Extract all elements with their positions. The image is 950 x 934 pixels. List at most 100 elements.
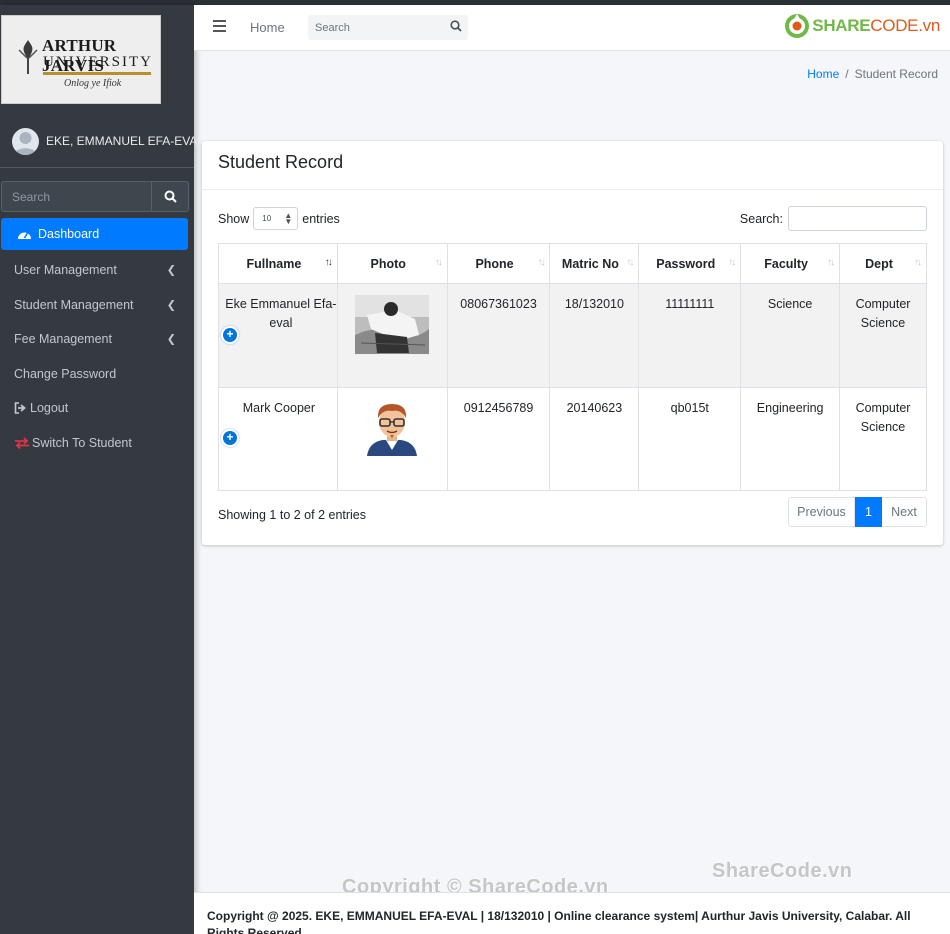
user-name: EKE, EMMANUEL EFA-EVAL bbox=[46, 134, 205, 148]
sidebar-item-label: Logout bbox=[30, 401, 69, 416]
sidebar-item-label: Switch To Student bbox=[32, 435, 132, 450]
chevron-left-icon: ❮ bbox=[166, 264, 176, 277]
logo-motto: Onlog ye Ifiok bbox=[64, 78, 122, 89]
sign-out-icon bbox=[14, 402, 26, 415]
cell-photo bbox=[336, 283, 448, 388]
breadcrumb: Home / Student Record bbox=[807, 67, 938, 81]
table-search-input[interactable] bbox=[788, 206, 927, 231]
sidebar-nav: Dashboard User Management ❮ Student Mana… bbox=[0, 218, 194, 460]
pagination-next[interactable]: Next bbox=[882, 497, 927, 527]
sidebar-item-label: Student Management bbox=[14, 297, 134, 312]
hamburger-menu-icon[interactable] bbox=[213, 20, 226, 32]
sort-icon: ↑↓ bbox=[537, 257, 545, 268]
entries-label: entries bbox=[302, 211, 340, 226]
sidebar-item-label: User Management bbox=[14, 263, 117, 278]
select-arrows-icon: ▲ ▼ bbox=[284, 211, 293, 226]
sidebar: ARTHUR JARVIS UNIVERSITY Onlog ye Ifiok … bbox=[0, 5, 204, 934]
page-title: Student Record bbox=[218, 152, 344, 172]
logo-divider bbox=[43, 72, 151, 75]
sidebar-item-student-management[interactable]: Student Management ❮ bbox=[0, 288, 194, 323]
page-length-select[interactable]: 10 ▲ ▼ bbox=[253, 207, 299, 230]
sort-asc-icon: ↑↓ bbox=[324, 257, 333, 268]
sidebar-search bbox=[1, 181, 189, 212]
cell-photo bbox=[336, 387, 448, 491]
cell-faculty: Science bbox=[740, 283, 841, 388]
breadcrumb-home-link[interactable]: Home bbox=[807, 67, 839, 81]
sidebar-item-label: Dashboard bbox=[38, 227, 100, 241]
university-logo[interactable]: ARTHUR JARVIS UNIVERSITY Onlog ye Ifiok bbox=[1, 15, 161, 104]
page-length-value: 10 bbox=[262, 214, 272, 223]
sidebar-item-dashboard[interactable]: Dashboard bbox=[1, 218, 188, 250]
column-header-password[interactable]: Password ↑↓ bbox=[638, 243, 742, 284]
chevron-left-icon: ❮ bbox=[166, 299, 176, 312]
sort-icon: ↑↓ bbox=[626, 257, 634, 268]
tachometer-icon bbox=[18, 232, 31, 239]
sharecode-logo-icon bbox=[785, 14, 810, 38]
table-info: Showing 1 to 2 of 2 entries bbox=[218, 508, 367, 522]
cell-password: qb015t bbox=[638, 387, 742, 491]
card-header: Student Record bbox=[202, 141, 943, 190]
table-row[interactable]: + Mark Cooper 0912456789 20140623 qb015t… bbox=[218, 387, 927, 491]
page-footer: Copyright @ 2025. EKE, EMMANUEL EFA-EVAL… bbox=[194, 892, 950, 934]
breadcrumb-current: Student Record bbox=[854, 67, 938, 81]
column-header-photo[interactable]: Photo ↑↓ bbox=[336, 243, 448, 284]
brand-text-code: CODE.vn bbox=[870, 16, 940, 35]
table-header-row: Fullname ↑↓ Photo ↑↓ Phone ↑↓ Matric No ↑↓ P… bbox=[218, 243, 927, 284]
cell-matric-no: 20140623 bbox=[549, 387, 640, 491]
cell-phone: 0912456789 bbox=[446, 387, 551, 491]
sidebar-item-user-management[interactable]: User Management ❮ bbox=[0, 253, 194, 288]
table-row[interactable]: + Eke Emmanuel Efa-eval 08067361023 18/1… bbox=[218, 283, 927, 388]
nav-home-link[interactable]: Home bbox=[250, 20, 285, 35]
torch-emblem-icon bbox=[18, 40, 38, 74]
expand-row-plus-icon[interactable]: + bbox=[223, 431, 237, 445]
sidebar-item-label: Fee Management bbox=[14, 332, 112, 347]
student-photo bbox=[355, 295, 430, 354]
cell-dept: Computer Science bbox=[839, 283, 927, 388]
pagination-previous[interactable]: Previous bbox=[788, 497, 855, 527]
sidebar-search-button[interactable] bbox=[151, 182, 188, 211]
expand-row-plus-icon[interactable]: + bbox=[223, 328, 237, 342]
sort-icon: ↑↓ bbox=[914, 257, 922, 268]
breadcrumb-separator: / bbox=[845, 67, 849, 81]
cell-matric-no: 18/132010 bbox=[549, 283, 640, 388]
avatar bbox=[12, 128, 39, 155]
column-header-faculty[interactable]: Faculty ↑↓ bbox=[740, 243, 841, 284]
show-label: Show bbox=[218, 211, 250, 226]
column-header-fullname[interactable]: Fullname ↑↓ bbox=[218, 243, 338, 284]
column-header-dept[interactable]: Dept ↑↓ bbox=[839, 243, 927, 284]
page-length-control: Show 10 ▲ ▼ entries bbox=[218, 207, 340, 230]
cell-fullname: + Mark Cooper bbox=[218, 387, 338, 491]
user-panel[interactable]: EKE, EMMANUEL EFA-EVAL bbox=[0, 118, 204, 168]
student-table: Fullname ↑↓ Photo ↑↓ Phone ↑↓ Matric No ↑↓ P… bbox=[218, 243, 927, 491]
top-navbar: Home SHARECODE.vn bbox=[194, 5, 950, 51]
navbar-search-input[interactable] bbox=[308, 15, 438, 40]
sort-icon: ↑↓ bbox=[434, 257, 443, 268]
cell-dept: Computer Science bbox=[839, 387, 927, 491]
pagination-page-1[interactable]: 1 bbox=[855, 497, 882, 527]
table-search-label: Search: bbox=[739, 211, 783, 226]
sidebar-item-logout[interactable]: Logout bbox=[0, 391, 194, 426]
user-avatar-icon bbox=[14, 132, 37, 155]
sidebar-item-fee-management[interactable]: Fee Management ❮ bbox=[0, 322, 194, 357]
table-search: Search: bbox=[740, 206, 927, 231]
search-icon[interactable] bbox=[450, 20, 462, 32]
search-icon bbox=[164, 190, 177, 203]
column-header-phone[interactable]: Phone ↑↓ bbox=[446, 243, 551, 284]
cell-phone: 08067361023 bbox=[446, 283, 551, 388]
navbar-search bbox=[308, 15, 468, 40]
sidebar-item-label: Change Password bbox=[14, 366, 117, 381]
student-avatar-cartoon bbox=[367, 404, 418, 456]
sort-icon: ↑↓ bbox=[827, 257, 835, 268]
cell-faculty: Engineering bbox=[740, 387, 841, 491]
sharecode-brand[interactable]: SHARECODE.vn bbox=[784, 11, 940, 41]
cell-password: 11111111 bbox=[638, 283, 742, 388]
sidebar-search-input[interactable] bbox=[2, 182, 152, 211]
column-header-matric-no[interactable]: Matric No ↑↓ bbox=[549, 243, 640, 284]
sidebar-item-change-password[interactable]: Change Password bbox=[0, 357, 194, 392]
exchange-icon bbox=[15, 437, 29, 449]
student-record-card: Student Record Show 10 ▲ ▼ entries Search… bbox=[202, 141, 943, 545]
watermark-sharecode: ShareCode.vn bbox=[712, 860, 853, 882]
logo-line-2: UNIVERSITY bbox=[43, 54, 153, 70]
chevron-left-icon: ❮ bbox=[166, 333, 176, 346]
sidebar-item-switch-to-student[interactable]: Switch To Student bbox=[0, 426, 194, 461]
